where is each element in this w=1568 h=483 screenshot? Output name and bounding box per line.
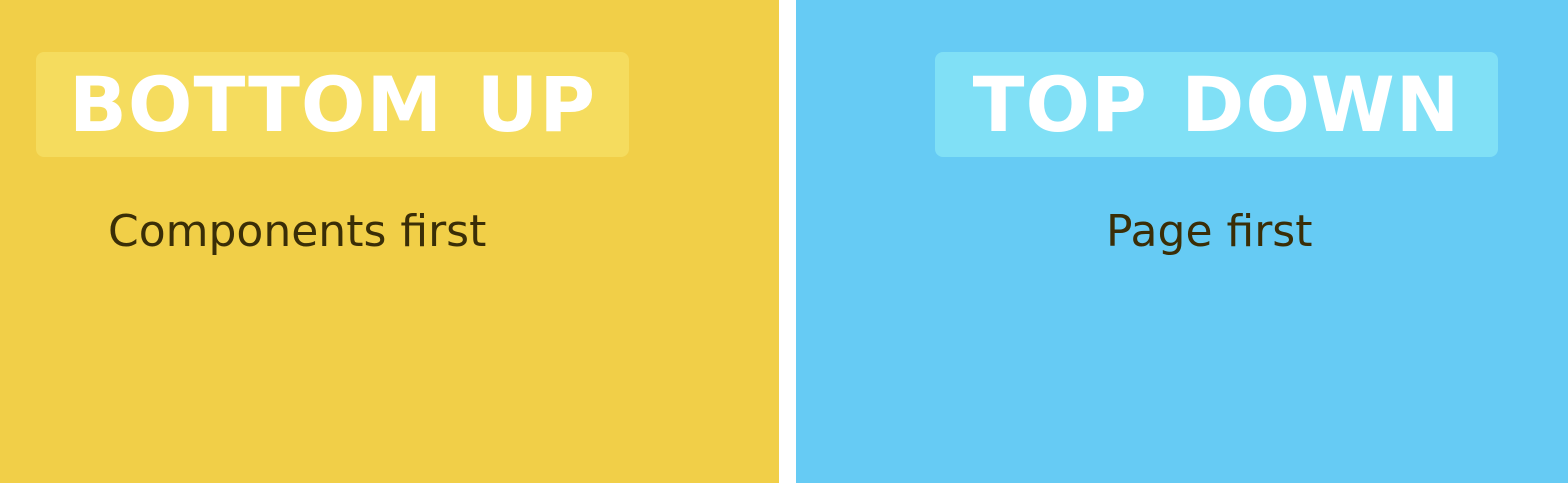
comparison-graphic: BOTTOM UP Components first TOP DOWN Page… xyxy=(0,0,1568,483)
bottom-up-title: BOTTOM UP xyxy=(68,59,597,149)
bottom-up-panel: BOTTOM UP Components first xyxy=(0,0,779,483)
top-down-title: TOP DOWN xyxy=(972,59,1461,149)
top-down-subtitle: Page first xyxy=(1106,206,1313,257)
top-down-panel: TOP DOWN Page first xyxy=(796,0,1568,483)
bottom-up-title-highlight: BOTTOM UP xyxy=(36,52,629,157)
bottom-up-subtitle: Components first xyxy=(108,206,487,257)
top-down-title-highlight: TOP DOWN xyxy=(935,52,1498,157)
